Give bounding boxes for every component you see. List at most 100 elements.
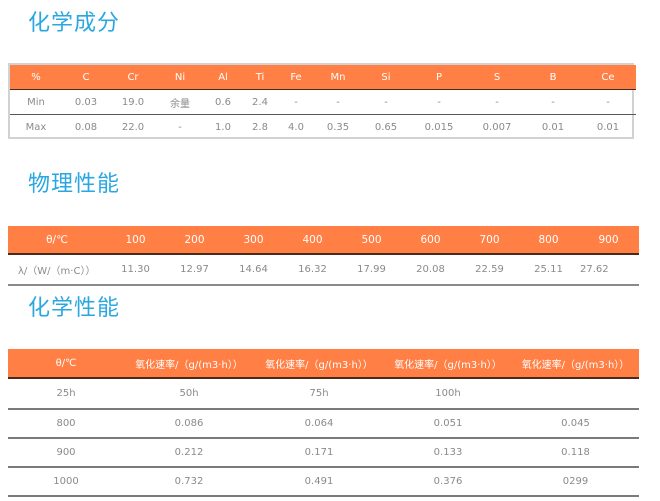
chemical-header-row: θ/℃ 氧化速率/（g/(m3·h）） 氧化速率/（g/(m3·h）） 氧化速率… — [8, 349, 639, 379]
composition-table-frame: % C Cr Ni Al Ti Fe Mn Si P S B Ce Min 0.… — [8, 63, 636, 139]
physical-header-cell: 600 — [401, 226, 460, 255]
table-cell: 900 — [8, 438, 124, 468]
table-cell: 22.59 — [460, 254, 519, 286]
chemical-header-cell: θ/℃ — [8, 349, 124, 379]
table-cell: 4.0 — [288, 121, 304, 133]
table-cell: 0.376 — [384, 467, 512, 497]
table-cell: 11.30 — [106, 254, 165, 286]
table-cell: 0.491 — [254, 467, 384, 497]
chemical-table: θ/℃ 氧化速率/（g/(m3·h）） 氧化速率/（g/(m3·h）） 氧化速率… — [8, 349, 639, 497]
table-cell: 22.0 — [121, 121, 145, 133]
chemical-title: 化学性能 — [28, 296, 121, 321]
table-row: 800 0.086 0.064 0.051 0.045 — [8, 409, 639, 439]
table-cell: 0.118 — [512, 438, 639, 468]
physical-table: θ/℃ 100 200 300 400 500 600 700 800 900 … — [8, 226, 639, 286]
physical-header-row: θ/℃ 100 200 300 400 500 600 700 800 900 — [8, 226, 639, 255]
table-cell: - — [314, 89, 362, 115]
table-cell: 0.01 — [541, 121, 565, 133]
table-cell: 0.051 — [384, 409, 512, 439]
table-cell: 0.08 — [74, 121, 98, 133]
composition-header-cell: S — [468, 65, 526, 90]
composition-header-cell: Al — [204, 65, 242, 90]
physical-title: 物理性能 — [28, 172, 121, 197]
table-cell: - — [580, 89, 636, 115]
table-cell: 12.97 — [165, 254, 224, 286]
table-cell: 50h — [124, 378, 254, 410]
table-cell: 0.045 — [512, 409, 639, 439]
physical-header-cell: 400 — [283, 226, 342, 255]
table-row: Max 0.08 22.0 - 1.0 2.8 4.0 0.35 0.65 0.… — [10, 115, 636, 140]
table-cell: 75h — [254, 378, 384, 410]
chemical-header-cell: 氧化速率/（g/(m3·h）） — [384, 349, 512, 379]
table-cell: 余量 — [156, 89, 204, 115]
table-cell: 0.086 — [124, 409, 254, 439]
table-cell: 0.03 — [62, 89, 110, 115]
composition-header-cell: P — [410, 65, 468, 90]
table-cell: 2.8 — [252, 121, 268, 133]
composition-header-cell: B — [526, 65, 580, 90]
composition-header-cell: Ce — [580, 65, 636, 90]
table-cell: - — [410, 89, 468, 115]
table-row: 1000 0.732 0.491 0.376 0299 — [8, 467, 639, 497]
physical-header-cell: 200 — [165, 226, 224, 255]
table-cell: 0.212 — [124, 438, 254, 468]
table-cell: 19.0 — [110, 89, 156, 115]
table-cell — [512, 378, 639, 410]
table-cell: 0.064 — [254, 409, 384, 439]
table-cell: 16.32 — [283, 254, 342, 286]
table-cell: 0.015 — [424, 121, 454, 133]
table-cell: 14.64 — [224, 254, 283, 286]
table-row: 25h 50h 75h 100h — [8, 378, 639, 410]
table-cell: 100h — [384, 378, 512, 410]
table-cell: 25h — [8, 378, 124, 410]
physical-header-cell: 300 — [224, 226, 283, 255]
chemical-header-cell: 氧化速率/（g/(m3·h）） — [512, 349, 639, 379]
table-cell: 20.08 — [401, 254, 460, 286]
composition-table: % C Cr Ni Al Ti Fe Mn Si P S B Ce Min 0.… — [10, 65, 636, 139]
table-cell: - — [278, 89, 314, 115]
table-cell: - — [468, 89, 526, 115]
table-cell: 27.62 — [578, 254, 639, 286]
table-cell: 25.11 — [519, 254, 578, 286]
composition-header-cell: C — [62, 65, 110, 90]
table-cell: 800 — [8, 409, 124, 439]
table-cell: 0.133 — [384, 438, 512, 468]
table-cell: 0.65 — [374, 121, 398, 133]
table-cell: 1000 — [8, 467, 124, 497]
composition-header-cell: Cr — [110, 65, 156, 90]
table-cell: 0299 — [512, 467, 639, 497]
composition-header-cell: Ti — [242, 65, 278, 90]
physical-header-cell: θ/℃ — [8, 226, 106, 255]
table-cell: - — [526, 89, 580, 115]
physical-header-cell: 100 — [106, 226, 165, 255]
composition-header-cell: % — [10, 65, 62, 90]
table-cell: - — [362, 89, 410, 115]
table-cell: λ/（W/（m·C）） — [8, 254, 106, 286]
composition-header-cell: Fe — [278, 65, 314, 90]
physical-header-cell: 800 — [519, 226, 578, 255]
chemical-header-cell: 氧化速率/（g/(m3·h）） — [124, 349, 254, 379]
table-row: λ/（W/（m·C）） 11.30 12.97 14.64 16.32 17.9… — [8, 254, 639, 286]
table-cell: 1.0 — [215, 121, 231, 133]
table-cell: 17.99 — [342, 254, 401, 286]
table-cell: 0.007 — [482, 121, 512, 133]
table-cell: - — [178, 121, 182, 133]
chemical-header-cell: 氧化速率/（g/(m3·h）） — [254, 349, 384, 379]
physical-header-cell: 500 — [342, 226, 401, 255]
composition-header-cell: Mn — [314, 65, 362, 90]
table-cell: 0.01 — [596, 121, 620, 133]
table-cell: Min — [10, 89, 62, 115]
table-cell: 0.171 — [254, 438, 384, 468]
physical-header-cell: 900 — [578, 226, 639, 255]
composition-title: 化学成分 — [28, 11, 121, 36]
table-row: 900 0.212 0.171 0.133 0.118 — [8, 438, 639, 468]
physical-header-cell: 700 — [460, 226, 519, 255]
composition-header-row: % C Cr Ni Al Ti Fe Mn Si P S B Ce — [10, 65, 636, 90]
table-cell: 0.732 — [124, 467, 254, 497]
table-cell: 0.6 — [204, 89, 242, 115]
table-row: Min 0.03 19.0 余量 0.6 2.4 - - - - - - - — [10, 89, 636, 115]
composition-header-cell: Si — [362, 65, 410, 90]
table-cell: Max — [25, 121, 47, 133]
composition-header-cell: Ni — [156, 65, 204, 90]
table-cell: 0.35 — [326, 121, 350, 133]
